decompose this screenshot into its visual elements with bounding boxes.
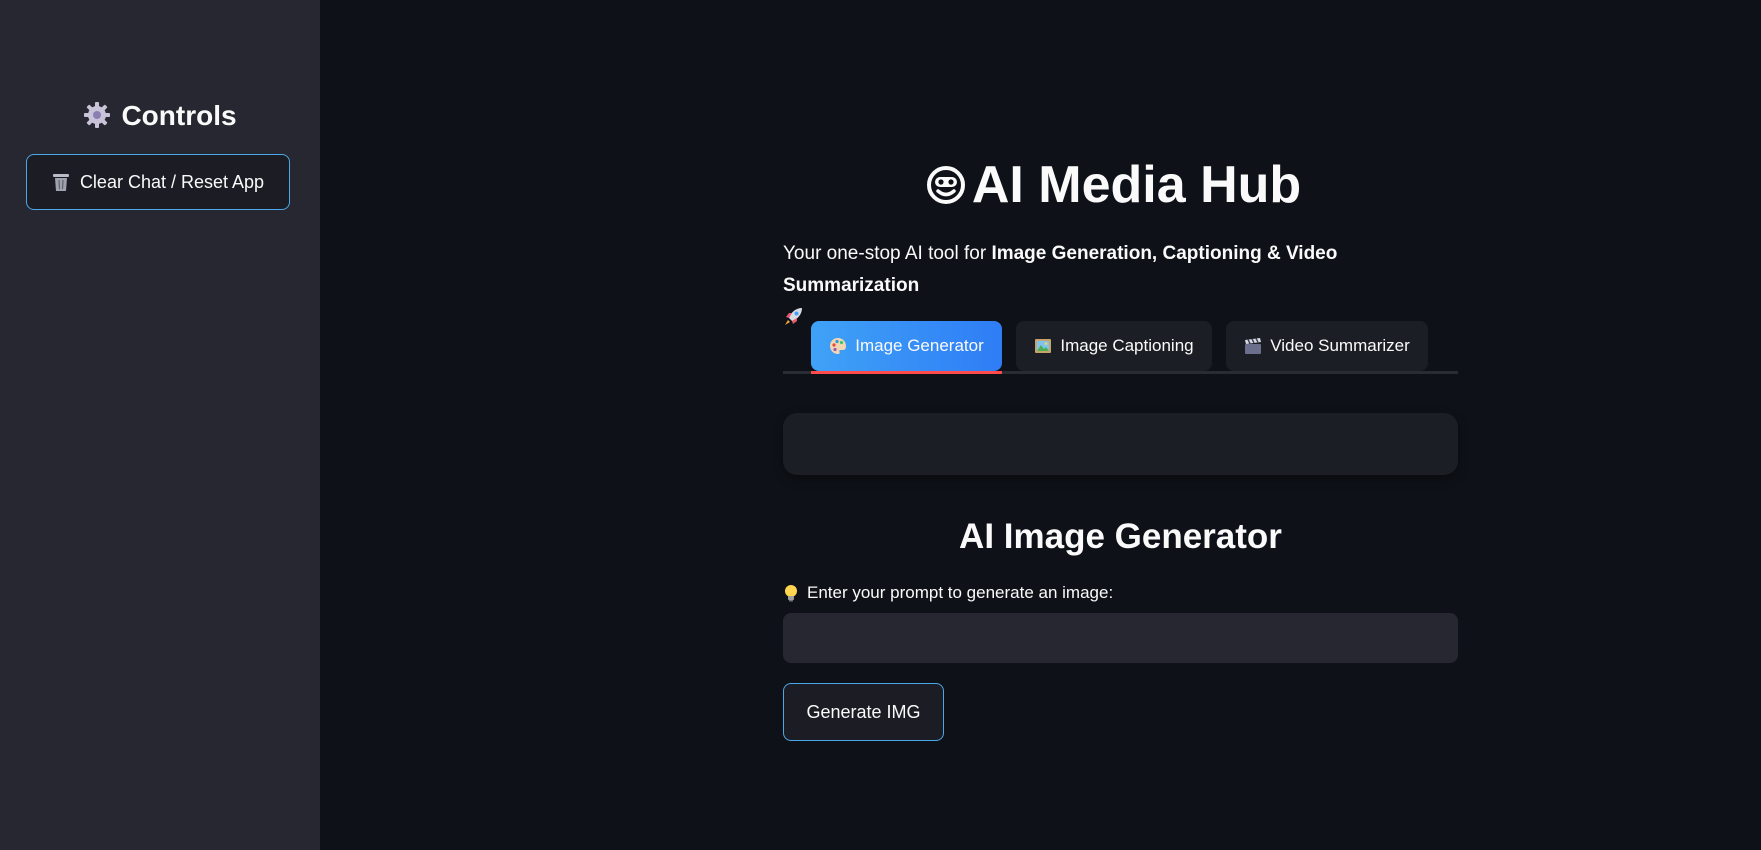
sidebar-title-text: Controls (121, 100, 237, 131)
app-root: Controls Clear Chat / Reset App AI Media… (0, 0, 1761, 850)
main-content: AI Media Hub Your one-stop AI tool for I… (320, 0, 1761, 850)
trash-icon (52, 174, 69, 191)
clapper-icon (1245, 338, 1262, 354)
clear-chat-reset-button[interactable]: Clear Chat / Reset App (26, 154, 290, 210)
section-title: AI Image Generator (959, 517, 1282, 556)
sidebar-title: Controls (0, 96, 320, 136)
active-tab-underline (811, 371, 1002, 374)
tab-content-panel (783, 413, 1458, 475)
tab-label: Image Captioning (1060, 336, 1194, 355)
tab-image-generator[interactable]: Image Generator (811, 321, 1002, 374)
gear-icon (84, 102, 111, 128)
prompt-input[interactable] (783, 613, 1458, 663)
sidebar: Controls Clear Chat / Reset App (0, 0, 320, 850)
subtitle-prefix: Your one-stop AI tool for (783, 243, 992, 264)
tab-image-captioning[interactable]: Image Captioning (1016, 321, 1212, 371)
tab-label: Image Generator (855, 336, 984, 355)
generate-img-button[interactable]: Generate IMG (783, 683, 944, 741)
reset-button-label: Clear Chat / Reset App (79, 171, 265, 192)
framed-picture-icon (1035, 339, 1052, 353)
tabs-bar: Image Generator Image Captioning Video S… (783, 321, 1458, 374)
robot-face-icon (926, 166, 965, 204)
tab-label: Video Summarizer (1270, 336, 1410, 355)
palette-icon (830, 338, 847, 354)
page-title: AI Media Hub (320, 150, 1761, 220)
page-subtitle: Your one-stop AI tool for Image Generati… (783, 238, 1463, 334)
lightbulb-icon (785, 585, 797, 602)
prompt-label: Enter your prompt to generate an image: (783, 580, 1458, 606)
page-title-text: AI Media Hub (971, 156, 1302, 214)
prompt-label-text: Enter your prompt to generate an image: (807, 583, 1114, 602)
tab-video-summarizer[interactable]: Video Summarizer (1226, 321, 1428, 371)
